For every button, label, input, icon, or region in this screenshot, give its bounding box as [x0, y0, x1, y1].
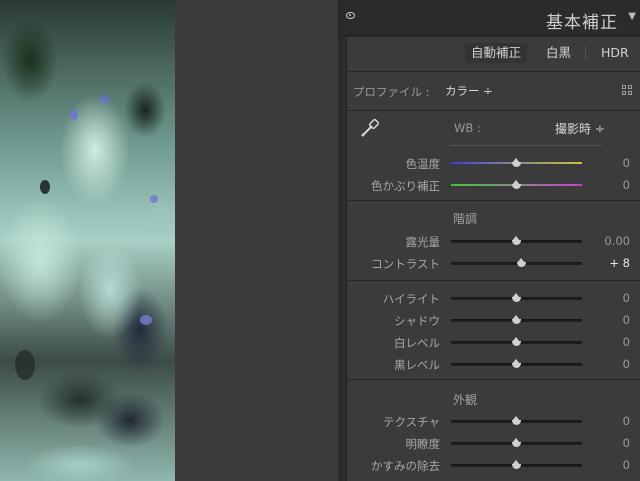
slider-wb-0-thumb[interactable] — [512, 158, 521, 167]
slider-wb-1-value[interactable]: 0 — [590, 178, 630, 192]
button-divider — [585, 46, 586, 60]
slider-presence-1-value[interactable]: 0 — [590, 436, 630, 450]
slider-tone2-3-label: 黒レベル — [394, 358, 440, 372]
slider-tone2-3-value[interactable]: 0 — [590, 357, 630, 371]
profile-label: プロファイル : — [353, 85, 430, 99]
slider-tone2-2-label: 白レベル — [394, 336, 440, 350]
photo-preview[interactable] — [0, 0, 175, 481]
black-white-button[interactable]: 白黒 — [542, 43, 575, 63]
panel-title: 基本補正 — [546, 13, 618, 33]
slider-presence-2-value[interactable]: 0 — [590, 458, 630, 472]
grid-icon[interactable] — [622, 85, 633, 96]
auto-button[interactable]: 自動補正 — [465, 43, 528, 63]
eye-icon[interactable] — [346, 12, 355, 19]
slider-tone2-0-label: ハイライト — [382, 292, 440, 306]
eyedropper-icon[interactable] — [359, 117, 381, 139]
section-title-tone: 階調 — [452, 212, 477, 226]
profile-select[interactable]: カラー ÷ — [445, 83, 493, 99]
slider-tone2-2-thumb[interactable] — [512, 337, 521, 346]
slider-tone-1-label: コントラスト — [371, 257, 440, 271]
divider — [347, 280, 640, 281]
slider-presence-0-thumb[interactable] — [512, 416, 521, 425]
canvas-background — [175, 0, 338, 481]
slider-tone-1-value[interactable]: + 8 — [590, 256, 630, 270]
basic-panel: 基本補正 ▼ 自動補正 白黒 HDR プロファイル : カラー ÷ WB : 撮… — [342, 0, 640, 481]
slider-tone2-2-value[interactable]: 0 — [590, 335, 630, 349]
slider-tone2-3-thumb[interactable] — [512, 359, 521, 368]
slider-tone-0-label: 露光量 — [405, 235, 441, 249]
hdr-button[interactable]: HDR — [597, 43, 633, 63]
wb-select[interactable]: 撮影時 ÷ — [555, 120, 605, 137]
slider-tone2-0-thumb[interactable] — [512, 293, 521, 302]
panel-header[interactable]: 基本補正 ▼ — [342, 0, 640, 36]
divider — [347, 71, 640, 72]
slider-presence-2-label: かすみの除去 — [371, 459, 440, 473]
slider-presence-0-value[interactable]: 0 — [590, 414, 630, 428]
triangle-down-icon[interactable]: ▼ — [628, 11, 636, 22]
slider-presence-1-thumb[interactable] — [512, 438, 521, 447]
slider-tone2-1-label: シャドウ — [394, 314, 440, 328]
slider-tone-0-value[interactable]: 0.00 — [590, 234, 630, 248]
slider-tone2-0-value[interactable]: 0 — [590, 291, 630, 305]
divider — [347, 379, 640, 380]
slider-wb-1-label: 色かぶり補正 — [371, 179, 440, 193]
divider — [347, 200, 640, 201]
panel-body: 自動補正 白黒 HDR プロファイル : カラー ÷ WB : 撮影時 ÷ 色温… — [346, 37, 640, 481]
slider-tone2-1-value[interactable]: 0 — [590, 313, 630, 327]
slider-presence-0-label: テクスチャ — [382, 415, 440, 429]
divider — [347, 110, 640, 111]
slider-wb-0-label: 色温度 — [405, 157, 441, 171]
slider-tone2-1-thumb[interactable] — [512, 315, 521, 324]
slider-wb-1-thumb[interactable] — [512, 180, 521, 189]
slider-tone-1-thumb[interactable] — [517, 258, 527, 267]
slider-tone-0-thumb[interactable] — [512, 236, 521, 245]
wb-label: WB : — [454, 121, 481, 135]
wb-underline — [450, 145, 602, 146]
section-title-presence: 外観 — [452, 393, 477, 407]
slider-wb-0-value[interactable]: 0 — [590, 156, 630, 170]
slider-presence-1-label: 明瞭度 — [405, 437, 441, 451]
slider-presence-2-thumb[interactable] — [512, 460, 521, 469]
